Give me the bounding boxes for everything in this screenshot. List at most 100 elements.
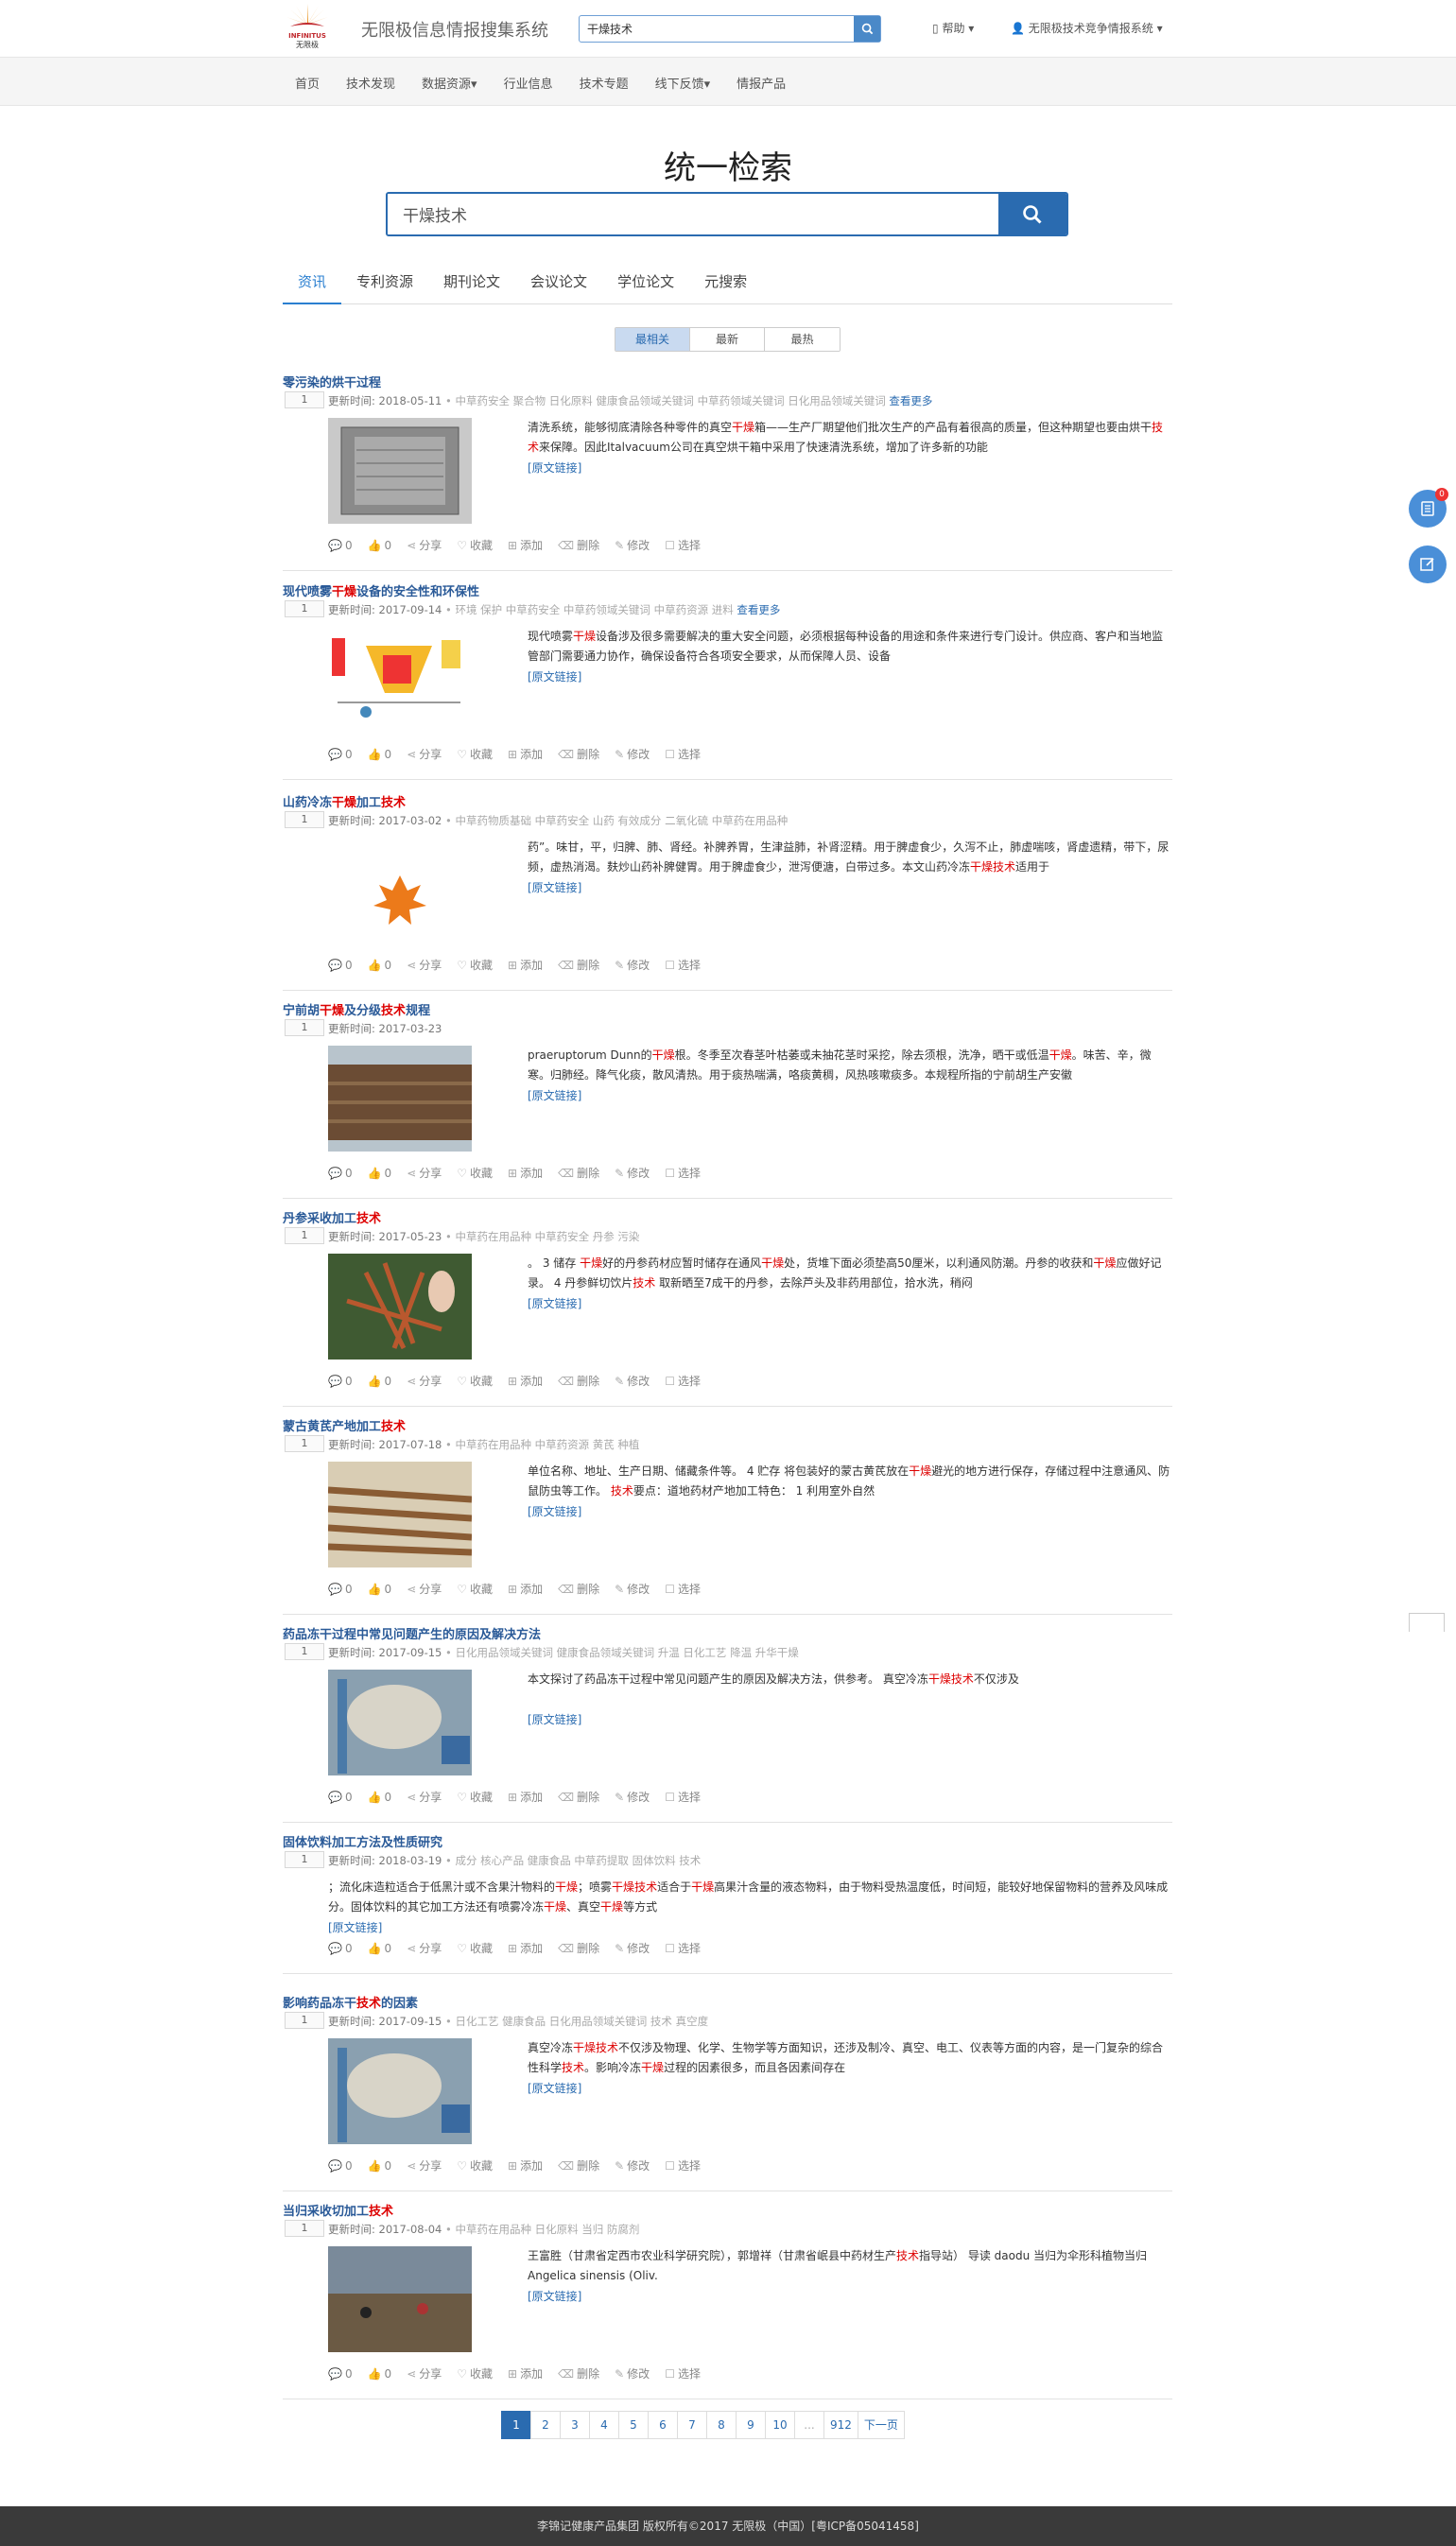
favorite-button[interactable]: ♡ 收藏 bbox=[457, 537, 493, 553]
add-button[interactable]: ⊞ 添加 bbox=[508, 1940, 543, 1956]
page-button[interactable]: 2 bbox=[530, 2411, 561, 2439]
page-button[interactable]: 912 bbox=[823, 2411, 858, 2439]
delete-button[interactable]: ⌫ 删除 bbox=[558, 537, 599, 553]
source-link[interactable]: [原文链接] bbox=[528, 2288, 581, 2304]
edit-button[interactable]: ✎ 修改 bbox=[615, 957, 650, 973]
result-title[interactable]: 现代喷雾干燥设备的安全性和环保性 bbox=[283, 581, 479, 599]
share-button[interactable]: ⋖ 分享 bbox=[407, 1165, 442, 1181]
page-button[interactable]: 10 bbox=[765, 2411, 795, 2439]
result-title[interactable]: 零污染的烘干过程 bbox=[283, 372, 381, 390]
result-title[interactable]: 山药冷冻干燥加工技术 bbox=[283, 792, 406, 810]
nav-tech-discovery[interactable]: 技术发现 bbox=[346, 74, 395, 92]
result-title[interactable]: 影响药品冻干技术的因素 bbox=[283, 1993, 418, 2011]
sort-newest[interactable]: 最新 bbox=[690, 328, 765, 351]
comment-button[interactable]: 💬 0 bbox=[328, 1373, 353, 1389]
main-search-input[interactable] bbox=[388, 194, 998, 234]
delete-button[interactable]: ⌫ 删除 bbox=[558, 957, 599, 973]
nav-data-resources[interactable]: 数据资源▾ bbox=[422, 74, 477, 92]
delete-button[interactable]: ⌫ 删除 bbox=[558, 2365, 599, 2381]
top-search-input[interactable] bbox=[580, 16, 854, 42]
result-thumbnail[interactable] bbox=[328, 627, 472, 733]
infinitus-logo[interactable]: INFINITUS 无限极 bbox=[283, 2, 332, 53]
favorite-button[interactable]: ♡ 收藏 bbox=[457, 957, 493, 973]
result-title[interactable]: 丹参采收加工技术 bbox=[283, 1208, 381, 1226]
see-more-link[interactable]: 查看更多 bbox=[886, 394, 932, 407]
comment-button[interactable]: 💬 0 bbox=[328, 2365, 353, 2381]
like-button[interactable]: 👍 0 bbox=[368, 1581, 392, 1597]
add-button[interactable]: ⊞ 添加 bbox=[508, 2365, 543, 2381]
like-button[interactable]: 👍 0 bbox=[368, 2365, 392, 2381]
next-page-button[interactable]: 下一页 bbox=[857, 2411, 905, 2439]
result-title[interactable]: 宁前胡干燥及分级技术规程 bbox=[283, 1000, 430, 1018]
source-link[interactable]: [原文链接] bbox=[528, 1503, 581, 1519]
tab-patents[interactable]: 专利资源 bbox=[341, 270, 428, 304]
nav-tech-topics[interactable]: 技术专题 bbox=[580, 74, 629, 92]
page-button[interactable]: 3 bbox=[560, 2411, 590, 2439]
sort-hottest[interactable]: 最热 bbox=[765, 328, 840, 351]
share-button[interactable]: ⋖ 分享 bbox=[407, 746, 442, 762]
share-button[interactable]: ⋖ 分享 bbox=[407, 537, 442, 553]
select-button[interactable]: ☐ 选择 bbox=[665, 746, 701, 762]
select-button[interactable]: ☐ 选择 bbox=[665, 1789, 701, 1805]
tab-conferences[interactable]: 会议论文 bbox=[515, 270, 602, 304]
source-link[interactable]: [原文链接] bbox=[528, 879, 581, 895]
comment-button[interactable]: 💬 0 bbox=[328, 1940, 353, 1956]
page-button[interactable]: 5 bbox=[618, 2411, 649, 2439]
source-link[interactable]: [原文链接] bbox=[528, 2080, 581, 2096]
result-title[interactable]: 当归采收切加工技术 bbox=[283, 2201, 393, 2219]
select-button[interactable]: ☐ 选择 bbox=[665, 957, 701, 973]
like-button[interactable]: 👍 0 bbox=[368, 1789, 392, 1805]
tab-meta-search[interactable]: 元搜索 bbox=[689, 270, 762, 304]
select-button[interactable]: ☐ 选择 bbox=[665, 1581, 701, 1597]
tab-journals[interactable]: 期刊论文 bbox=[428, 270, 515, 304]
result-thumbnail[interactable] bbox=[328, 838, 472, 944]
favorite-button[interactable]: ♡ 收藏 bbox=[457, 746, 493, 762]
result-title[interactable]: 药品冻干过程中常见问题产生的原因及解决方法 bbox=[283, 1624, 541, 1642]
favorite-button[interactable]: ♡ 收藏 bbox=[457, 1581, 493, 1597]
share-button[interactable]: ⋖ 分享 bbox=[407, 957, 442, 973]
delete-button[interactable]: ⌫ 删除 bbox=[558, 1373, 599, 1389]
delete-button[interactable]: ⌫ 删除 bbox=[558, 746, 599, 762]
float-list-button[interactable]: 0 bbox=[1409, 488, 1448, 528]
source-link[interactable]: [原文链接] bbox=[528, 1295, 581, 1311]
nav-intel-products[interactable]: 情报产品 bbox=[737, 74, 786, 92]
select-button[interactable]: ☐ 选择 bbox=[665, 2157, 701, 2174]
help-menu[interactable]: ▯ 帮助 ▾ bbox=[932, 20, 974, 36]
edit-button[interactable]: ✎ 修改 bbox=[615, 537, 650, 553]
page-button[interactable]: 9 bbox=[736, 2411, 766, 2439]
add-button[interactable]: ⊞ 添加 bbox=[508, 957, 543, 973]
comment-button[interactable]: 💬 0 bbox=[328, 746, 353, 762]
select-button[interactable]: ☐ 选择 bbox=[665, 2365, 701, 2381]
source-link[interactable]: [原文链接] bbox=[528, 1711, 581, 1727]
result-thumbnail[interactable] bbox=[328, 1462, 472, 1567]
like-button[interactable]: 👍 0 bbox=[368, 746, 392, 762]
delete-button[interactable]: ⌫ 删除 bbox=[558, 1165, 599, 1181]
delete-button[interactable]: ⌫ 删除 bbox=[558, 1940, 599, 1956]
page-button[interactable]: 8 bbox=[706, 2411, 737, 2439]
comment-button[interactable]: 💬 0 bbox=[328, 957, 353, 973]
add-button[interactable]: ⊞ 添加 bbox=[508, 2157, 543, 2174]
edit-button[interactable]: ✎ 修改 bbox=[615, 2365, 650, 2381]
result-thumbnail[interactable] bbox=[328, 1046, 472, 1152]
page-button[interactable]: 4 bbox=[589, 2411, 619, 2439]
share-button[interactable]: ⋖ 分享 bbox=[407, 1940, 442, 1956]
user-menu[interactable]: 👤 无限极技术竞争情报系统 ▾ bbox=[1011, 20, 1163, 36]
result-thumbnail[interactable] bbox=[328, 2246, 472, 2352]
select-button[interactable]: ☐ 选择 bbox=[665, 1940, 701, 1956]
edit-button[interactable]: ✎ 修改 bbox=[615, 2157, 650, 2174]
edit-button[interactable]: ✎ 修改 bbox=[615, 1789, 650, 1805]
nav-industry-info[interactable]: 行业信息 bbox=[504, 74, 553, 92]
add-button[interactable]: ⊞ 添加 bbox=[508, 1581, 543, 1597]
like-button[interactable]: 👍 0 bbox=[368, 1940, 392, 1956]
comment-button[interactable]: 💬 0 bbox=[328, 2157, 353, 2174]
page-button[interactable]: 6 bbox=[648, 2411, 678, 2439]
delete-button[interactable]: ⌫ 删除 bbox=[558, 1581, 599, 1597]
delete-button[interactable]: ⌫ 删除 bbox=[558, 1789, 599, 1805]
share-button[interactable]: ⋖ 分享 bbox=[407, 1581, 442, 1597]
result-thumbnail[interactable] bbox=[328, 1254, 472, 1360]
comment-button[interactable]: 💬 0 bbox=[328, 1581, 353, 1597]
comment-button[interactable]: 💬 0 bbox=[328, 1789, 353, 1805]
nav-home[interactable]: 首页 bbox=[295, 74, 320, 92]
side-feedback-tab[interactable] bbox=[1409, 1613, 1445, 1632]
like-button[interactable]: 👍 0 bbox=[368, 537, 392, 553]
